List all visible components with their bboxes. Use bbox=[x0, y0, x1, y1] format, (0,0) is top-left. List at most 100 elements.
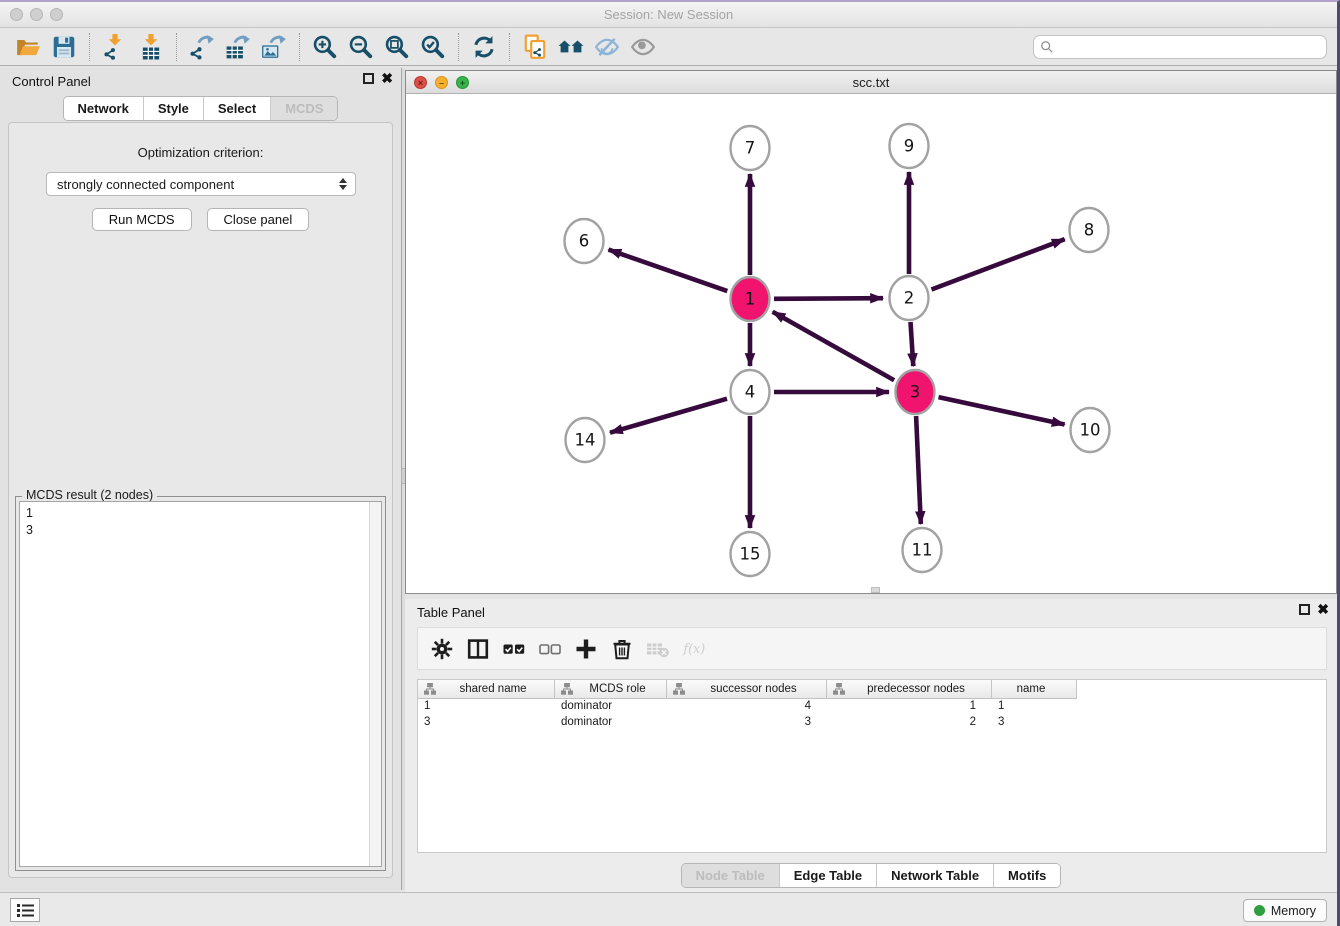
search-box[interactable] bbox=[1033, 35, 1327, 59]
column-label: successor nodes bbox=[687, 683, 826, 695]
search-input[interactable] bbox=[1058, 40, 1320, 54]
memory-button[interactable]: Memory bbox=[1243, 899, 1327, 922]
export-table-button[interactable] bbox=[220, 32, 256, 62]
toolbar-separator bbox=[299, 33, 300, 61]
column-label: shared name bbox=[438, 683, 554, 695]
delete-column-icon bbox=[610, 637, 634, 661]
function-builder-button: f(x) bbox=[678, 634, 710, 664]
toolbar-separator bbox=[509, 33, 510, 61]
graph-node-8[interactable]: 8 bbox=[1070, 208, 1109, 252]
tab-node-table[interactable]: Node Table bbox=[682, 864, 780, 887]
hide-details-button[interactable] bbox=[589, 32, 625, 62]
table-row[interactable]: 3dominator323 bbox=[418, 715, 1326, 731]
graph-edge-4-14[interactable] bbox=[610, 399, 727, 433]
zoom-selected-button[interactable] bbox=[415, 32, 451, 62]
graph-node-6[interactable]: 6 bbox=[565, 219, 604, 263]
tab-edge-table[interactable]: Edge Table bbox=[780, 864, 877, 887]
canvas-resize-handle[interactable] bbox=[871, 587, 880, 593]
table-cell: 1 bbox=[418, 699, 555, 715]
table-cell: 1 bbox=[827, 699, 992, 715]
table-tabs: Node TableEdge TableNetwork TableMotifs bbox=[405, 863, 1337, 888]
memory-status-icon bbox=[1254, 905, 1265, 916]
graph-node-15[interactable]: 15 bbox=[731, 532, 770, 576]
column-header-shared-name[interactable]: shared name bbox=[418, 680, 555, 699]
tab-network-table[interactable]: Network Table bbox=[877, 864, 994, 887]
gear-button[interactable] bbox=[426, 634, 458, 664]
graph-node-3[interactable]: 3 bbox=[896, 370, 935, 414]
task-history-button[interactable] bbox=[10, 898, 40, 922]
graph-node-9[interactable]: 9 bbox=[890, 124, 929, 168]
graph-edge-1-2[interactable] bbox=[774, 298, 883, 299]
deselect-all-button[interactable] bbox=[534, 634, 566, 664]
hide-details-icon bbox=[594, 34, 620, 60]
column-header-successor-nodes[interactable]: successor nodes bbox=[667, 680, 827, 699]
table-row[interactable]: 1dominator411 bbox=[418, 699, 1326, 715]
control-panel-tabs: NetworkStyleSelectMCDS bbox=[0, 96, 401, 121]
delete-column-button[interactable] bbox=[606, 634, 638, 664]
import-network-button[interactable] bbox=[97, 32, 133, 62]
tab-motifs[interactable]: Motifs bbox=[994, 864, 1060, 887]
open-session-button[interactable] bbox=[10, 32, 46, 62]
add-column-button[interactable] bbox=[570, 634, 602, 664]
toolbar-separator bbox=[89, 33, 90, 61]
graph-edge-2-3[interactable] bbox=[911, 322, 914, 366]
save-session-button[interactable] bbox=[46, 32, 82, 62]
tab-network[interactable]: Network bbox=[64, 97, 144, 120]
zoom-out-button[interactable] bbox=[343, 32, 379, 62]
table-panel-title: Table Panel bbox=[417, 605, 485, 620]
save-session-icon bbox=[51, 34, 77, 60]
svg-text:1: 1 bbox=[745, 290, 756, 309]
select-all-button[interactable] bbox=[498, 634, 530, 664]
scrollbar-track[interactable] bbox=[369, 502, 381, 866]
tab-select[interactable]: Select bbox=[204, 97, 271, 120]
refresh-button[interactable] bbox=[466, 32, 502, 62]
result-line: 1 bbox=[26, 505, 375, 522]
run-mcds-button[interactable]: Run MCDS bbox=[92, 208, 192, 231]
column-header-MCDS-role[interactable]: MCDS role bbox=[555, 680, 667, 699]
criterion-value: strongly connected component bbox=[57, 177, 339, 192]
close-table-panel-icon[interactable]: ✖ bbox=[1317, 604, 1329, 615]
graph-node-4[interactable]: 4 bbox=[731, 370, 770, 414]
app-titlebar: Session: New Session bbox=[0, 2, 1337, 28]
tab-mcds[interactable]: MCDS bbox=[271, 97, 337, 120]
columns-button[interactable] bbox=[462, 634, 494, 664]
import-network-icon bbox=[102, 34, 128, 60]
graph-edge-1-6[interactable] bbox=[609, 250, 728, 292]
export-network-button[interactable] bbox=[184, 32, 220, 62]
import-table-button[interactable] bbox=[133, 32, 169, 62]
column-header-predecessor-nodes[interactable]: predecessor nodes bbox=[827, 680, 992, 699]
task-list-icon bbox=[17, 903, 34, 918]
close-panel-icon[interactable]: ✖ bbox=[381, 73, 393, 84]
zoom-fit-icon bbox=[384, 34, 410, 60]
float-panel-icon[interactable] bbox=[363, 73, 374, 84]
graph-node-11[interactable]: 11 bbox=[903, 528, 942, 572]
graph-edge-3-11[interactable] bbox=[916, 416, 921, 524]
graph-node-1[interactable]: 1 bbox=[731, 277, 770, 321]
zoom-fit-button[interactable] bbox=[379, 32, 415, 62]
graph-edge-3-1[interactable] bbox=[773, 312, 895, 380]
network-overview-button[interactable] bbox=[553, 32, 589, 62]
mcds-result-text[interactable]: 1 3 bbox=[19, 501, 382, 867]
graph-edge-2-8[interactable] bbox=[932, 239, 1065, 289]
svg-text:6: 6 bbox=[579, 232, 590, 251]
float-table-panel-icon[interactable] bbox=[1299, 604, 1310, 615]
zoom-in-button[interactable] bbox=[307, 32, 343, 62]
show-details-button[interactable] bbox=[625, 32, 661, 62]
graph-node-2[interactable]: 2 bbox=[890, 276, 929, 320]
graph-node-10[interactable]: 10 bbox=[1071, 408, 1110, 452]
export-network-icon bbox=[189, 34, 215, 60]
optimization-criterion-select[interactable]: strongly connected component bbox=[46, 172, 356, 196]
column-header-name[interactable]: name bbox=[992, 680, 1077, 699]
graph-node-7[interactable]: 7 bbox=[731, 126, 770, 170]
network-canvas[interactable]: 1 2 3 4 6 7 8 9 10 11 14 15 bbox=[406, 94, 1336, 593]
clone-network-button[interactable] bbox=[517, 32, 553, 62]
graph-edge-3-10[interactable] bbox=[939, 397, 1065, 424]
table-cell: 3 bbox=[418, 715, 555, 731]
export-image-button[interactable] bbox=[256, 32, 292, 62]
svg-text:7: 7 bbox=[745, 139, 756, 158]
graph-node-14[interactable]: 14 bbox=[566, 418, 605, 462]
svg-text:15: 15 bbox=[740, 545, 761, 564]
close-panel-button[interactable]: Close panel bbox=[207, 208, 310, 231]
tab-style[interactable]: Style bbox=[144, 97, 204, 120]
column-label: name bbox=[992, 683, 1076, 695]
